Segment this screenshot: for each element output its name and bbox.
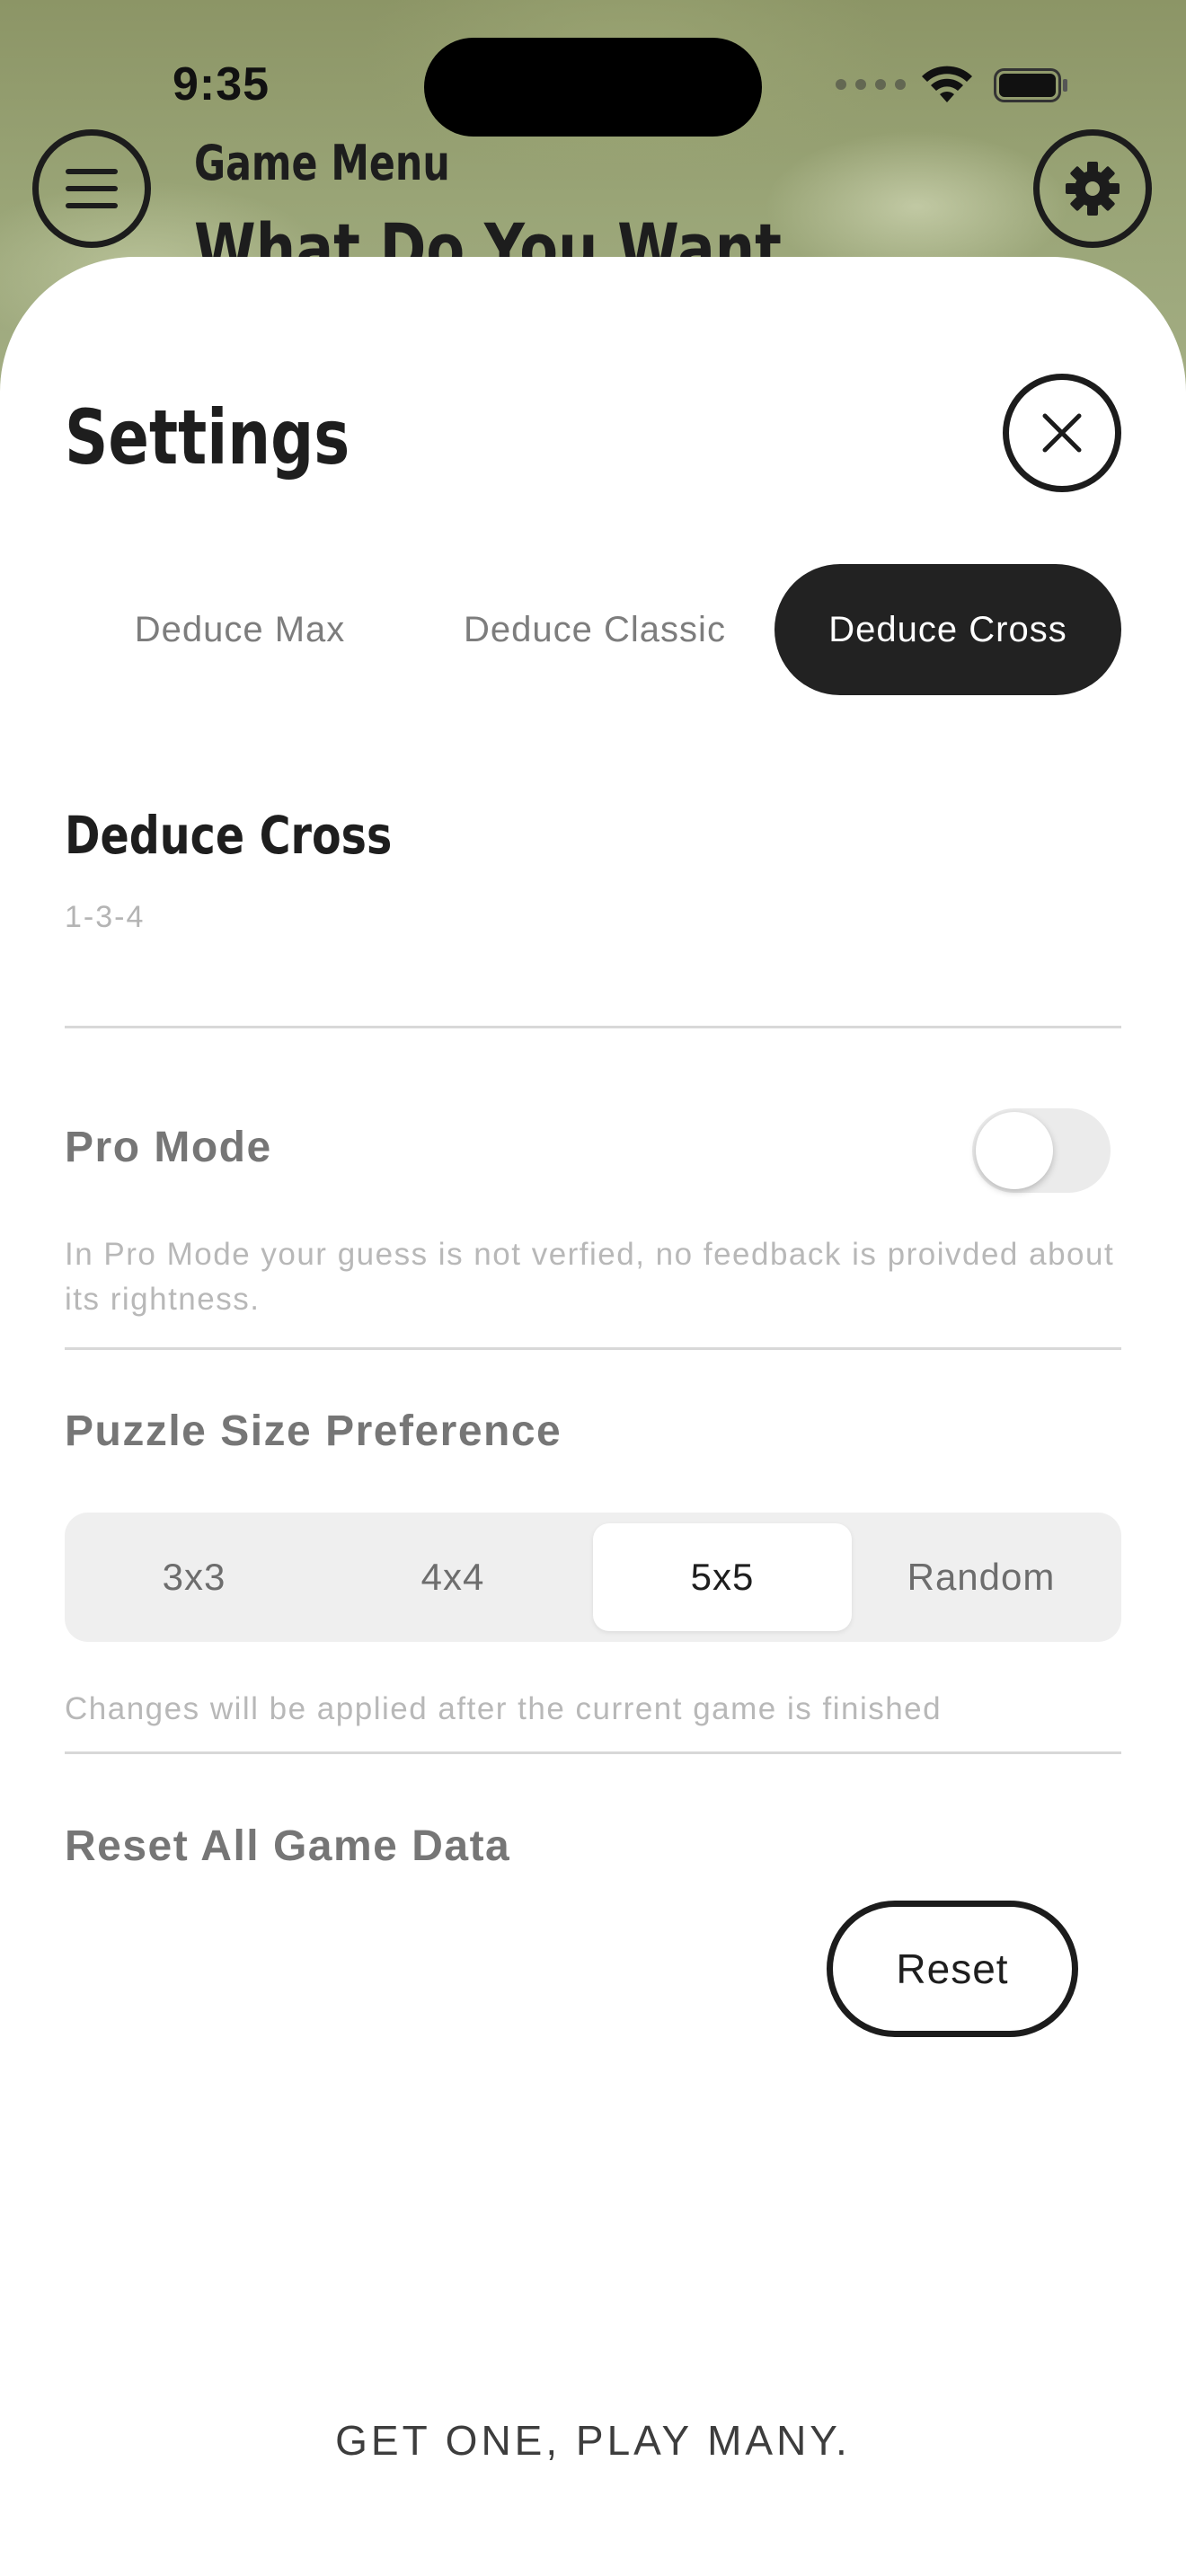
- tab-deduce-classic[interactable]: Deduce Classic: [415, 564, 774, 695]
- game-tabs: Deduce Max Deduce Classic Deduce Cross: [65, 564, 1121, 695]
- mode-title: Deduce Cross: [65, 805, 393, 866]
- size-option-3x3[interactable]: 3x3: [65, 1523, 323, 1631]
- dynamic-island: [424, 38, 762, 137]
- reset-label: Reset All Game Data: [65, 1822, 511, 1870]
- pro-mode-toggle[interactable]: [972, 1108, 1111, 1193]
- sheet-title: Settings: [65, 393, 350, 481]
- puzzle-size-selector: 3x3 4x4 5x5 Random: [65, 1513, 1121, 1642]
- status-time: 9:35: [173, 58, 270, 110]
- close-button[interactable]: [1003, 374, 1121, 492]
- reset-button[interactable]: Reset: [827, 1901, 1078, 2037]
- mode-code: 1-3-4: [65, 900, 146, 934]
- gear-icon: [1066, 162, 1120, 216]
- background-title: Game Menu: [194, 135, 450, 191]
- size-option-random[interactable]: Random: [852, 1523, 1111, 1631]
- battery-icon: [994, 68, 1067, 102]
- divider: [65, 1347, 1121, 1350]
- cellular-signal-icon: [836, 79, 906, 90]
- tab-deduce-max[interactable]: Deduce Max: [65, 564, 415, 695]
- pro-mode-label: Pro Mode: [65, 1124, 272, 1171]
- close-icon: [1042, 413, 1082, 453]
- divider: [65, 1751, 1121, 1754]
- puzzle-size-label: Puzzle Size Preference: [65, 1407, 562, 1455]
- toggle-knob: [976, 1112, 1053, 1189]
- footer-tagline: GET ONE, PLAY MANY.: [335, 2417, 851, 2464]
- puzzle-size-hint: Changes will be applied after the curren…: [65, 1691, 943, 1726]
- pro-mode-hint: In Pro Mode your guess is not verfied, n…: [65, 1237, 1115, 1317]
- wifi-icon: [922, 66, 972, 102]
- status-icons: [836, 61, 1078, 106]
- divider: [65, 1026, 1121, 1028]
- size-option-4x4[interactable]: 4x4: [323, 1523, 582, 1631]
- settings-sheet: Settings Deduce Max Deduce Classic Deduc…: [0, 257, 1186, 2576]
- menu-button[interactable]: [32, 129, 151, 248]
- tab-deduce-cross[interactable]: Deduce Cross: [774, 564, 1121, 695]
- settings-button[interactable]: [1033, 129, 1152, 248]
- size-option-5x5[interactable]: 5x5: [593, 1523, 852, 1631]
- hamburger-icon: [66, 169, 118, 208]
